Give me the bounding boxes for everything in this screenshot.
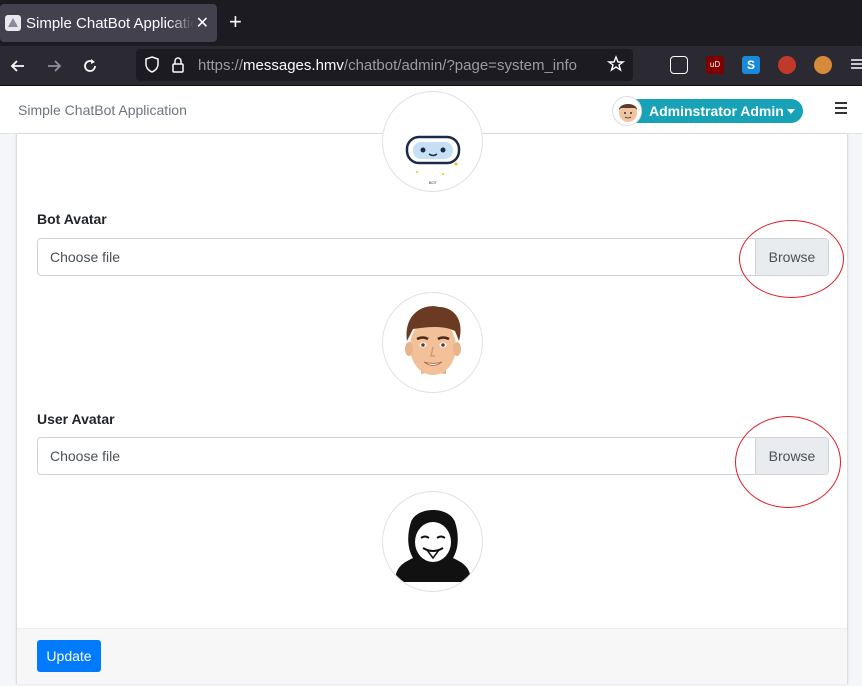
cookie-icon[interactable]: [814, 56, 832, 74]
bot-avatar-label: Bot Avatar: [37, 211, 107, 227]
user-browse-button[interactable]: Browse: [755, 438, 828, 474]
hamburger-menu-icon[interactable]: [835, 102, 847, 114]
url-bar[interactable]: https://messages.hmv/chatbot/admin/?page…: [136, 49, 633, 81]
fox-extension-icon[interactable]: [778, 56, 796, 74]
user-file-placeholder: Choose file: [50, 448, 121, 464]
url-host: messages.hmv: [243, 57, 344, 74]
app-title: Simple ChatBot Application: [18, 102, 187, 118]
update-button[interactable]: Update: [37, 640, 101, 672]
url-path: /chatbot/admin/?page=system_info: [343, 57, 577, 74]
url-text: https://messages.hmv/chatbot/admin/?page…: [198, 57, 577, 74]
user-avatar: [612, 96, 642, 126]
shield-icon[interactable]: [144, 56, 160, 79]
card-footer: Update: [17, 628, 847, 684]
bot-browse-button[interactable]: Browse: [755, 239, 828, 275]
browser-tab[interactable]: Simple ChatBot Application ✕: [0, 4, 217, 42]
caret-down-icon: [787, 109, 795, 114]
user-menu-button[interactable]: Adminstrator Admin: [612, 96, 803, 126]
tab-close-icon[interactable]: ✕: [196, 13, 209, 33]
forward-arrow-icon[interactable]: [42, 54, 66, 78]
bookmark-star-icon[interactable]: [606, 55, 626, 78]
bot-avatar-file-input[interactable]: Choose file Browse: [37, 238, 829, 276]
ublock-icon[interactable]: uD: [706, 56, 724, 74]
system-info-card: BOT Bot Avatar Choose file Browse User A…: [16, 91, 848, 684]
hacker-avatar-preview: [382, 491, 483, 592]
reload-icon[interactable]: [78, 54, 102, 78]
browser-toolbar: https://messages.hmv/chatbot/admin/?page…: [0, 46, 862, 86]
bot-file-placeholder: Choose file: [50, 249, 121, 265]
user-avatar-preview: [382, 292, 483, 393]
user-avatar-file-input[interactable]: Choose file Browse: [37, 437, 829, 475]
pocket-icon[interactable]: [670, 56, 688, 74]
menu-icon[interactable]: [850, 56, 862, 74]
tab-favicon-icon: [5, 15, 21, 31]
s-extension-icon[interactable]: S: [742, 56, 760, 74]
user-avatar-label: User Avatar: [37, 411, 115, 427]
lock-icon[interactable]: [170, 56, 186, 79]
bot-avatar-preview: BOT: [382, 91, 483, 192]
url-scheme: https://: [198, 57, 244, 74]
user-name: Adminstrator Admin: [649, 103, 784, 119]
tab-title: Simple ChatBot Application: [26, 14, 194, 32]
back-arrow-icon[interactable]: [6, 54, 30, 78]
browser-tab-bar: Simple ChatBot Application ✕ +: [0, 0, 862, 46]
bot-logo-text: BOT: [429, 180, 438, 185]
new-tab-icon[interactable]: +: [229, 9, 242, 35]
